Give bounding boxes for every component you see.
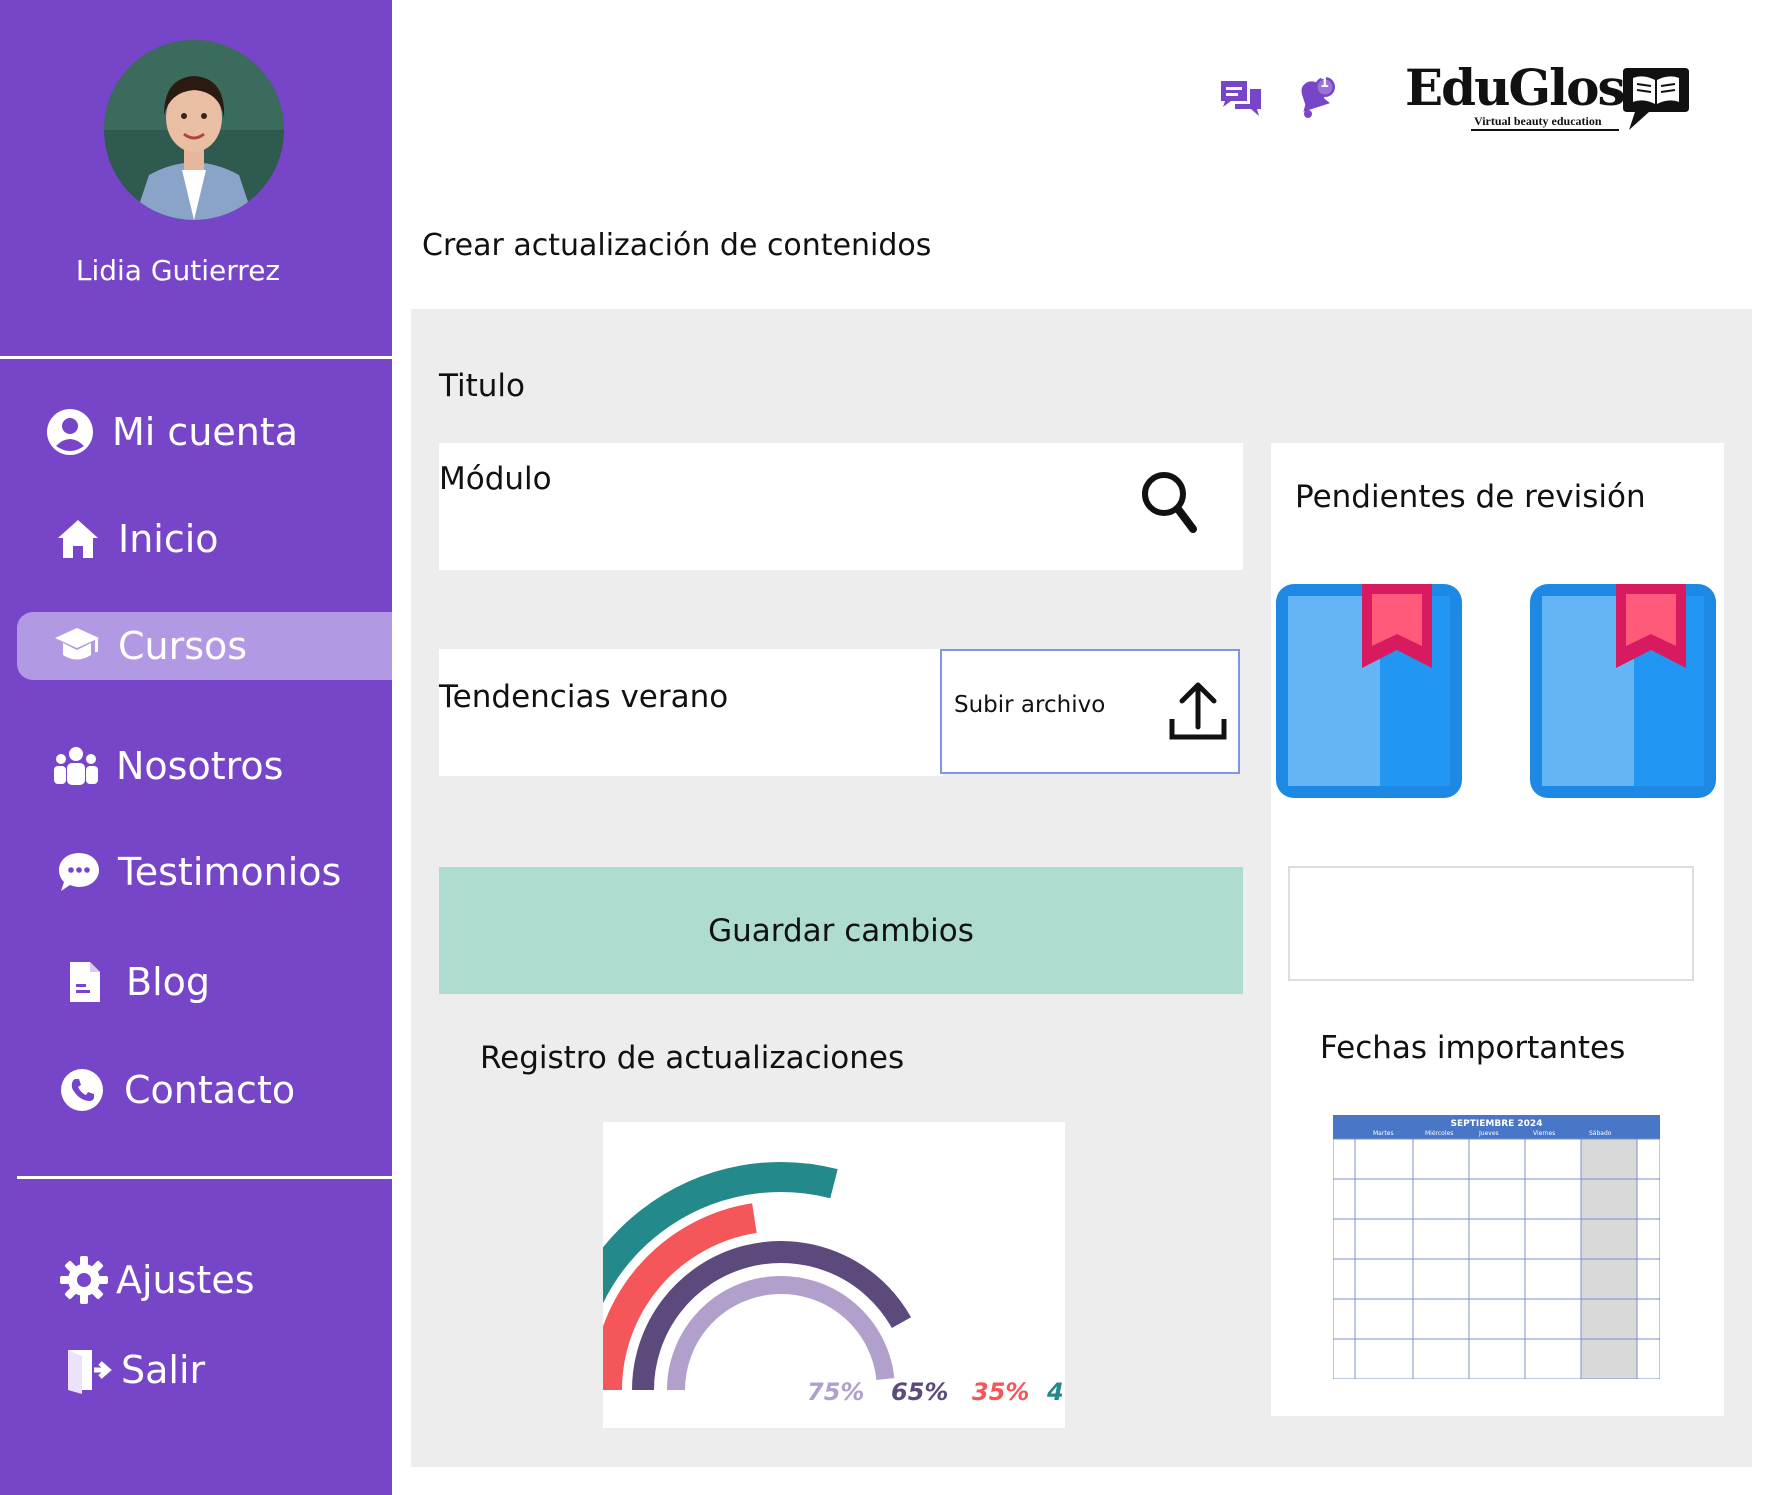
nav-blog[interactable]: Blog — [0, 948, 392, 1016]
title-label: Titulo — [439, 368, 525, 404]
calendar-weekday: Jueves — [1479, 1130, 1499, 1137]
important-dates-title: Fechas importantes — [1320, 1030, 1626, 1066]
upload-label: Subir archivo — [954, 692, 1106, 718]
user-name: Lidia Gutierrez — [75, 254, 281, 287]
notifications-bell-icon[interactable]: 1 — [1291, 74, 1337, 124]
logo-underline — [1471, 129, 1619, 131]
module-label: Módulo — [439, 461, 552, 497]
nav-label: Inicio — [118, 517, 219, 561]
pending-book-2[interactable] — [1530, 584, 1716, 798]
nav-label: Mi cuenta — [112, 410, 299, 454]
updates-chart: 75% 65% 35% 4 — [603, 1122, 1065, 1428]
document-icon — [60, 958, 108, 1006]
calendar-weekday: Martes — [1373, 1130, 1394, 1137]
nav-mi-cuenta[interactable]: Mi cuenta — [0, 398, 392, 466]
chat-bubble-icon — [55, 848, 103, 896]
book-icon — [1530, 584, 1716, 798]
chart-label: 35% — [972, 1378, 1030, 1406]
nav-label: Ajustes — [116, 1258, 255, 1302]
book-icon — [1276, 584, 1462, 798]
account-circle-icon — [46, 408, 94, 456]
gear-icon — [60, 1256, 108, 1304]
chart-label: 4 — [1047, 1378, 1064, 1406]
nav-label: Salir — [121, 1348, 206, 1392]
logo-text: EduGloss — [1405, 58, 1652, 117]
updates-log-title: Registro de actualizaciones — [480, 1040, 905, 1076]
nav-label: Testimonios — [118, 850, 342, 894]
nav-salir[interactable]: Salir — [0, 1336, 392, 1404]
calendar-grid — [1333, 1115, 1660, 1379]
review-notes-box[interactable] — [1288, 866, 1694, 981]
nav-label: Blog — [126, 960, 210, 1004]
calendar-month: SEPTIEMBRE 2024 — [1450, 1119, 1543, 1129]
save-changes-button[interactable]: Guardar cambios — [439, 867, 1243, 994]
sidebar-divider-top — [0, 356, 392, 359]
home-icon — [54, 515, 102, 563]
edugloss-logo[interactable]: EduGloss Virtual beauty education — [1405, 58, 1695, 138]
calendar-weekday: Sábado — [1589, 1130, 1612, 1137]
chart-label: 65% — [891, 1378, 949, 1406]
nav-label: Contacto — [124, 1068, 296, 1112]
calendar-weekday: Viernes — [1533, 1130, 1556, 1137]
messages-icon[interactable] — [1219, 79, 1263, 123]
nav-inicio[interactable]: Inicio — [0, 505, 392, 573]
review-title: Pendientes de revisión — [1295, 479, 1646, 515]
radial-bar-1 — [667, 1276, 895, 1391]
phone-icon — [58, 1066, 106, 1114]
nav-label: Cursos — [118, 624, 248, 668]
calendar-weekday: Miércoles — [1425, 1130, 1454, 1137]
chart-label: 75% — [807, 1378, 865, 1406]
pending-book-1[interactable] — [1276, 584, 1462, 798]
nav-ajustes[interactable]: Ajustes — [0, 1246, 392, 1314]
upload-file-button[interactable]: Subir archivo — [940, 649, 1240, 774]
page-title: Crear actualización de contenidos — [422, 228, 932, 263]
topic-input[interactable]: Tendencias verano — [439, 649, 943, 776]
topic-value: Tendencias verano — [439, 679, 729, 715]
graduation-cap-icon — [53, 622, 101, 670]
nav-nosotros[interactable]: Nosotros — [0, 732, 392, 800]
logout-icon — [66, 1346, 114, 1394]
nav-testimonios[interactable]: Testimonios — [0, 838, 392, 906]
module-search-field[interactable]: Módulo — [439, 443, 1243, 570]
sidebar-divider-bottom — [17, 1176, 392, 1179]
logo-tagline: Virtual beauty education — [1474, 114, 1602, 128]
search-icon[interactable] — [1139, 469, 1199, 541]
notification-badge: 1 — [1320, 76, 1330, 91]
nav-contacto[interactable]: Contacto — [0, 1056, 392, 1124]
nav-cursos[interactable]: Cursos — [17, 612, 392, 680]
sidebar: Lidia Gutierrez Mi cuenta Inicio Cursos … — [0, 0, 392, 1495]
nav-label: Nosotros — [116, 744, 284, 788]
open-book-logo-icon — [1623, 68, 1689, 130]
calendar[interactable]: SEPTIEMBRE 2024 Martes Miércoles Jueves … — [1333, 1115, 1660, 1379]
upload-icon — [1168, 679, 1228, 747]
avatar[interactable] — [104, 40, 284, 220]
group-icon — [52, 742, 100, 790]
